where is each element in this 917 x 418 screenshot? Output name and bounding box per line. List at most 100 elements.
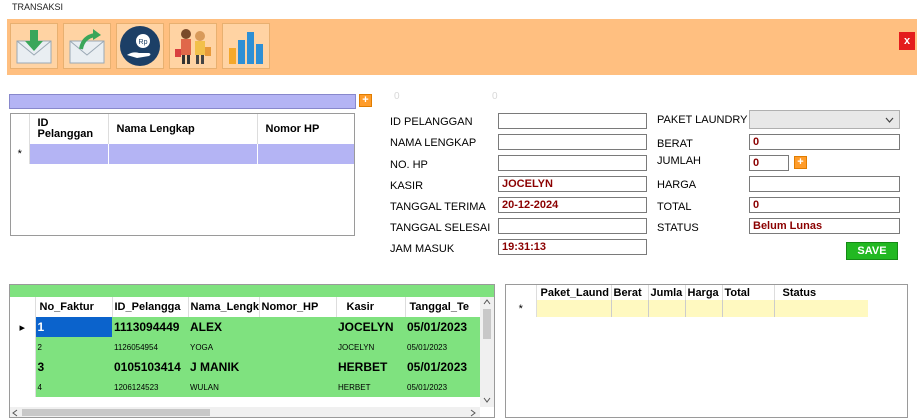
new-row-cell[interactable]: [648, 300, 686, 317]
vertical-scroll-thumb[interactable]: [483, 309, 491, 339]
column-no-faktur[interactable]: No_Faktur: [35, 297, 113, 317]
ghost-label: 0: [394, 91, 400, 102]
berat-field[interactable]: 0: [749, 134, 900, 150]
new-row-cell[interactable]: [611, 300, 649, 317]
column-tanggal[interactable]: Tanggal_Te: [405, 297, 480, 317]
tanggal-terima-field[interactable]: 20-12-2024: [498, 197, 647, 213]
close-button[interactable]: x: [899, 32, 915, 50]
cell[interactable]: WULAN: [188, 377, 259, 397]
tanggal-selesai-field[interactable]: [498, 218, 647, 234]
payment-hand-icon: Rp: [120, 26, 160, 66]
no-hp-field[interactable]: [498, 155, 647, 171]
new-row-cell[interactable]: [29, 144, 109, 164]
table-row[interactable]: ▸ 1 1113094449 ALEX JOCELYN 05/01/2023: [10, 317, 480, 337]
new-row-cell[interactable]: [774, 300, 868, 317]
cell[interactable]: [259, 317, 336, 337]
horizontal-scroll-thumb[interactable]: [22, 409, 210, 416]
new-row-cell[interactable]: [257, 144, 354, 164]
scroll-left-icon[interactable]: [12, 409, 18, 417]
table-row[interactable]: 4 1206124523 WULAN HERBET 05/01/2023: [10, 377, 480, 397]
new-row-marker: *: [506, 300, 537, 317]
bar-chart-icon: [229, 32, 263, 64]
total-field[interactable]: 0: [749, 197, 900, 213]
horizontal-scrollbar[interactable]: [10, 407, 480, 417]
label-berat: BERAT: [657, 138, 693, 150]
customer-search-input[interactable]: [9, 94, 356, 109]
cell[interactable]: [259, 377, 336, 397]
customer-grid[interactable]: ID Pelanggan Nama Lengkap Nomor HP *: [10, 113, 355, 236]
cell[interactable]: YOGA: [188, 337, 259, 357]
cell[interactable]: ALEX: [188, 317, 259, 337]
cell[interactable]: JOCELYN: [336, 337, 405, 357]
new-row-cell[interactable]: [685, 300, 723, 317]
cell[interactable]: JOCELYN: [336, 317, 405, 337]
detail-new-row[interactable]: *: [506, 300, 868, 317]
kasir-field[interactable]: JOCELYN: [498, 176, 647, 192]
add-jumlah-button[interactable]: +: [794, 156, 807, 169]
table-row[interactable]: 3 0105103414 J MANIK HERBET 05/01/2023: [10, 357, 480, 377]
cell[interactable]: [259, 337, 336, 357]
cell[interactable]: 1: [35, 317, 112, 337]
reports-button[interactable]: [222, 23, 270, 69]
column-harga[interactable]: Harga: [685, 285, 723, 300]
cell[interactable]: 0105103414: [112, 357, 188, 377]
jumlah-field[interactable]: 0: [749, 155, 789, 171]
payment-button[interactable]: Rp: [116, 23, 164, 69]
column-paket-laundry[interactable]: Paket_Laund: [536, 285, 612, 300]
new-row-cell[interactable]: [108, 144, 258, 164]
scroll-right-icon[interactable]: [470, 409, 476, 417]
label-total: TOTAL: [657, 201, 692, 213]
new-row-cell[interactable]: [536, 300, 612, 317]
detail-grid[interactable]: Paket_Laund Berat Jumla Harga Total Stat…: [505, 284, 908, 418]
column-nama-lengkap[interactable]: Nama_Lengk: [188, 297, 260, 317]
send-button[interactable]: [63, 23, 111, 69]
cell[interactable]: 1126054954: [112, 337, 188, 357]
column-id-pelanggan[interactable]: ID Pelanggan: [29, 114, 109, 144]
scroll-down-icon[interactable]: [483, 397, 491, 403]
label-harga: HARGA: [657, 179, 697, 191]
status-field[interactable]: Belum Lunas: [749, 218, 900, 234]
cell[interactable]: 2: [35, 337, 112, 357]
customers-button[interactable]: [169, 23, 217, 69]
save-button[interactable]: SAVE: [846, 242, 898, 260]
table-row[interactable]: 2 1126054954 YOGA JOCELYN 05/01/2023: [10, 337, 480, 357]
column-kasir[interactable]: Kasir: [336, 297, 406, 317]
cell[interactable]: [259, 357, 336, 377]
column-id-pelanggan[interactable]: ID_Pelangga: [112, 297, 189, 317]
cell[interactable]: 05/01/2023: [405, 357, 480, 377]
cell[interactable]: 1113094449: [112, 317, 188, 337]
customer-new-row[interactable]: *: [11, 144, 354, 164]
cell[interactable]: 05/01/2023: [405, 337, 480, 357]
label-tanggal-selesai: TANGGAL SELESAI: [390, 222, 491, 234]
cell[interactable]: 4: [35, 377, 112, 397]
inbox-button[interactable]: [10, 23, 58, 69]
column-nama-lengkap[interactable]: Nama Lengkap: [108, 114, 258, 144]
new-row-cell[interactable]: [722, 300, 775, 317]
cell[interactable]: 3: [35, 357, 112, 377]
column-nomor-hp[interactable]: Nomor_HP: [259, 297, 337, 317]
column-berat[interactable]: Berat: [611, 285, 649, 300]
vertical-scrollbar[interactable]: [480, 297, 494, 407]
transactions-grid[interactable]: No_Faktur ID_Pelangga Nama_Lengk Nomor_H…: [9, 284, 495, 418]
cell[interactable]: 1206124523: [112, 377, 188, 397]
cell[interactable]: 05/01/2023: [405, 317, 480, 337]
label-nama-lengkap: NAMA LENGKAP: [390, 137, 477, 149]
nama-lengkap-field[interactable]: [498, 134, 647, 150]
cell[interactable]: J MANIK: [188, 357, 259, 377]
toolbar: Rp: [7, 19, 917, 75]
paket-laundry-select[interactable]: [749, 110, 900, 129]
cell[interactable]: HERBET: [336, 357, 405, 377]
id-pelanggan-field[interactable]: [498, 113, 647, 129]
jam-masuk-field[interactable]: 19:31:13: [498, 239, 647, 255]
label-tanggal-terima: TANGGAL TERIMA: [390, 201, 486, 213]
harga-field[interactable]: [749, 176, 900, 192]
add-customer-button[interactable]: +: [359, 94, 372, 107]
cell[interactable]: 05/01/2023: [405, 377, 480, 397]
column-status[interactable]: Status: [774, 285, 868, 300]
column-nomor-hp[interactable]: Nomor HP: [257, 114, 354, 144]
column-jumlah[interactable]: Jumla: [648, 285, 686, 300]
cell[interactable]: HERBET: [336, 377, 405, 397]
column-total[interactable]: Total: [722, 285, 775, 300]
label-kasir: KASIR: [390, 180, 424, 192]
scroll-up-icon[interactable]: [483, 299, 491, 305]
